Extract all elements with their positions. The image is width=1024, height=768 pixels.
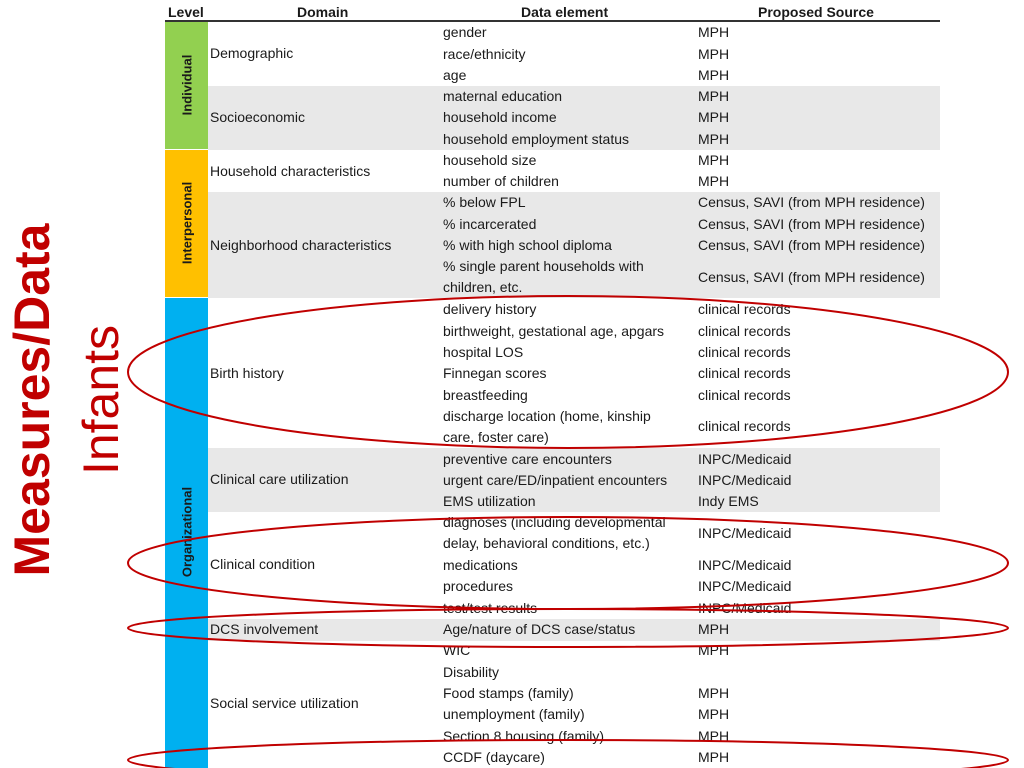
domain-socioeconomic: Socioeconomic [210,109,305,125]
source-cell: INPC/Medicaid [698,451,792,467]
element-cell: diagnoses (including developmental delay… [443,514,666,552]
domain-dcs: DCS involvement [210,621,319,637]
domain-clinical-condition: Clinical condition [210,556,316,572]
domain-neighborhood: Neighborhood characteristics [210,237,392,253]
source-cell: Census, SAVI (from MPH residence) [698,194,925,210]
source-cell: Census, SAVI (from MPH residence) [698,269,925,285]
element-cell: unemployment (family) [443,706,585,722]
element-cell: race/ethnicity [443,46,526,62]
element-cell: % single parent households with children… [443,258,644,296]
source-cell: INPC/Medicaid [698,525,792,541]
source-cell: clinical records [698,418,791,434]
source-cell: MPH [698,46,730,62]
source-cell: INPC/Medicaid [698,557,792,573]
element-cell: Age/nature of DCS case/status [443,621,636,637]
element-cell: procedures [443,578,514,594]
element-cell: Section 8 housing (family) [443,728,605,744]
element-cell: % below FPL [443,194,526,210]
element-cell: EMS utilization [443,493,536,509]
domain-social-service: Social service utilization [210,695,359,711]
source-cell: MPH [698,67,730,83]
source-cell: INPC/Medicaid [698,578,792,594]
header-rule [165,20,940,22]
source-cell: INPC/Medicaid [698,472,792,488]
domain-demographic: Demographic [210,45,294,61]
source-cell: Indy EMS [698,493,759,509]
source-cell: MPH [698,685,730,701]
level-label-individual: Individual [179,54,195,116]
source-cell: MPH [698,131,730,147]
slide-title: Measures/Data [4,223,60,577]
source-cell: MPH [698,706,730,722]
element-cell: maternal education [443,88,563,104]
domain-household: Household characteristics [210,163,371,179]
source-cell: clinical records [698,301,791,317]
header-domain: Domain [297,4,349,20]
source-cell: MPH [698,173,730,189]
element-cell: % incarcerated [443,216,537,232]
element-cell: gender [443,24,487,40]
element-cell: hospital LOS [443,344,524,360]
source-cell: MPH [698,728,730,744]
element-cell: Finnegan scores [443,365,547,381]
element-cell: discharge location (home, kinship care, … [443,408,651,446]
source-cell: MPH [698,642,730,658]
source-cell: MPH [698,88,730,104]
element-cell: WIC [443,642,471,658]
source-cell: clinical records [698,344,791,360]
source-cell: INPC/Medicaid [698,600,792,616]
element-cell: household income [443,109,557,125]
level-label-organizational: Organizational [179,486,195,578]
element-cell: urgent care/ED/inpatient encounters [443,472,668,488]
element-cell: % with high school diploma [443,237,612,253]
header-data-element: Data element [521,4,609,20]
domain-clinical-care: Clinical care utilization [210,471,349,487]
level-label-interpersonal: Interpersonal [179,181,195,265]
source-cell: clinical records [698,387,791,403]
source-cell: clinical records [698,323,791,339]
element-cell: age [443,67,467,83]
element-cell: CCDF (daycare) [443,749,545,765]
source-cell: MPH [698,24,730,40]
element-cell: preventive care encounters [443,451,612,467]
element-cell: test/test results [443,600,538,616]
header-proposed-source: Proposed Source [758,4,874,20]
domain-birth-history: Birth history [210,365,284,381]
header-level: Level [168,4,204,20]
element-cell: birthweight, gestational age, apgars [443,323,665,339]
element-cell: medications [443,557,518,573]
element-cell: number of children [443,173,559,189]
source-cell: clinical records [698,365,791,381]
source-cell: MPH [698,109,730,125]
element-cell: breastfeeding [443,387,528,403]
slide-subtitle: Infants [73,324,129,476]
source-cell: MPH [698,152,730,168]
source-cell: Census, SAVI (from MPH residence) [698,237,925,253]
source-cell: MPH [698,749,730,765]
element-cell: Disability [443,664,500,680]
source-cell: MPH [698,621,730,637]
element-cell: Food stamps (family) [443,685,574,701]
element-cell: household employment status [443,131,629,147]
source-cell: Census, SAVI (from MPH residence) [698,216,925,232]
element-cell: household size [443,152,537,168]
element-cell: delivery history [443,301,537,317]
